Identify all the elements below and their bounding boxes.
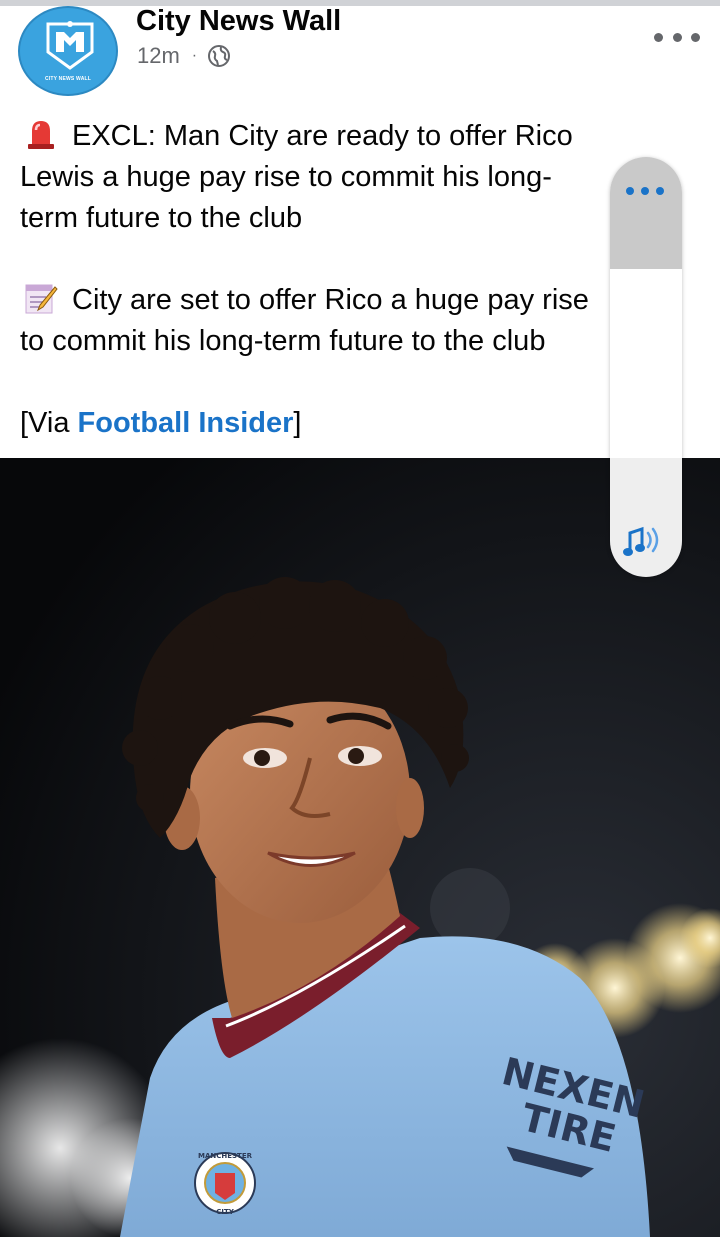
post-text: EXCL: Man City are ready to offer Rico L… xyxy=(20,116,680,444)
post-line: Lewis a huge pay rise to commit his long… xyxy=(20,161,552,193)
post-line: City are set to offer Rico a huge pay ri… xyxy=(20,280,680,321)
memo-icon xyxy=(25,284,58,314)
post-source: [Via Football Insider] xyxy=(20,407,302,439)
post-header: CITY NEWS WALL City News Wall 12m · xyxy=(0,6,720,100)
page-avatar[interactable]: CITY NEWS WALL xyxy=(18,6,118,96)
avatar-caption: CITY NEWS WALL xyxy=(44,76,92,82)
page-name[interactable]: City News Wall xyxy=(136,6,341,36)
badge-text: CITY xyxy=(216,1208,235,1216)
more-horizontal-icon xyxy=(654,32,663,42)
widget-more-button[interactable] xyxy=(626,187,664,195)
post-photo[interactable]: NEXEN TIRE MANCHESTER CITY xyxy=(0,458,720,1237)
siren-icon xyxy=(28,121,54,149)
post-line: term future to the club xyxy=(20,202,303,234)
widget-handle[interactable] xyxy=(610,157,682,269)
more-horizontal-icon xyxy=(626,187,634,195)
post-line: to commit his long-term future to the cl… xyxy=(20,325,546,357)
meta-separator: · xyxy=(191,47,198,64)
more-horizontal-icon xyxy=(641,187,649,195)
globe-icon xyxy=(208,45,231,67)
source-link[interactable]: Football Insider xyxy=(78,407,294,439)
sound-icon[interactable] xyxy=(622,521,668,561)
post-meta: 12m · xyxy=(137,42,231,70)
more-horizontal-icon xyxy=(691,32,700,42)
post-time[interactable]: 12m xyxy=(137,43,180,69)
badge-text: MANCHESTER xyxy=(198,1152,253,1160)
city-news-wall-logo xyxy=(46,21,94,70)
floating-widget[interactable] xyxy=(610,157,682,577)
player-photo: NEXEN TIRE MANCHESTER CITY xyxy=(0,458,720,1237)
more-options-button[interactable] xyxy=(654,26,700,48)
post-line: EXCL: Man City are ready to offer Rico xyxy=(20,116,680,157)
more-horizontal-icon xyxy=(656,187,664,195)
more-horizontal-icon xyxy=(672,32,682,42)
